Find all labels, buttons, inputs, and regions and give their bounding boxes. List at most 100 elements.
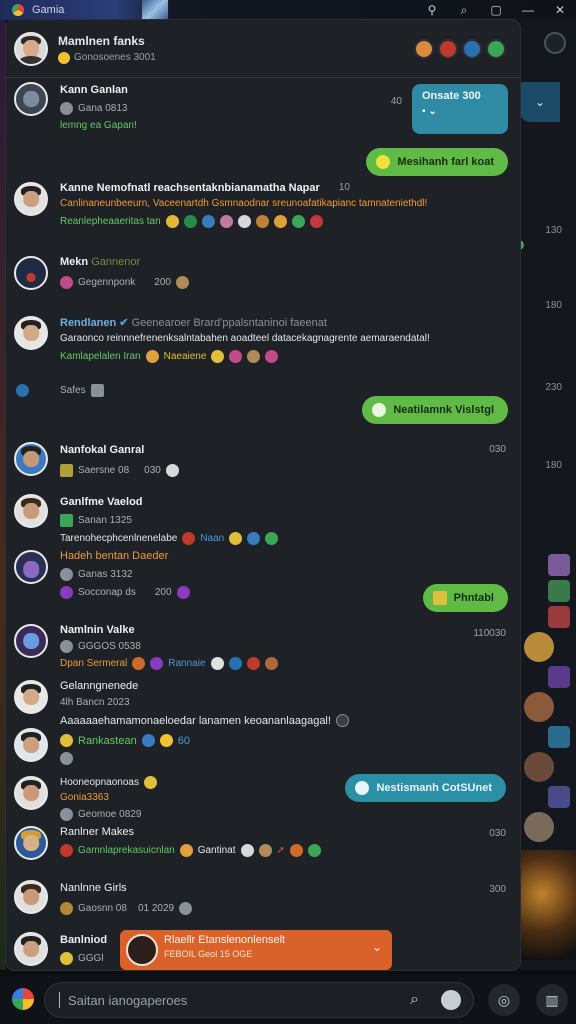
avatar: [126, 934, 158, 966]
avatar[interactable]: [14, 82, 48, 116]
message-time: 300: [489, 884, 506, 895]
message-meta: Gaosnn 08 01 2029: [60, 902, 193, 915]
participant-avatar[interactable]: [438, 38, 458, 59]
avatar[interactable]: [14, 776, 48, 810]
sender-name: Safes: [60, 384, 104, 397]
avatar[interactable]: [14, 256, 48, 290]
avatar[interactable]: [14, 550, 48, 584]
search-icon[interactable]: ⚲: [416, 0, 448, 20]
side-time: 230: [545, 382, 562, 393]
sender-name: Ranlner Makes: [60, 826, 134, 838]
restore-icon[interactable]: ▢: [480, 0, 512, 20]
avatar[interactable]: [14, 316, 48, 350]
notification-subtitle: FEBOIL Geol 15 OGE: [164, 949, 253, 959]
message-meta: Gonia3363: [60, 792, 109, 803]
game-artwork[interactable]: [520, 850, 576, 960]
avatar[interactable]: [14, 494, 48, 528]
message-input[interactable]: [68, 992, 388, 1008]
notification-pill[interactable]: Rlaellr Etanslenonlenselt FEBOIL Geol 15…: [120, 930, 392, 970]
side-time: 180: [545, 300, 562, 311]
app-logo-icon[interactable]: [12, 988, 34, 1010]
avatar[interactable]: [14, 624, 48, 658]
text-caret: [59, 992, 60, 1008]
message-meta: 4lh Bancn 2023: [60, 697, 130, 708]
side-time: 130: [545, 225, 562, 236]
chevron-down-icon[interactable]: ⌄: [372, 940, 382, 954]
sender-name: Gelanngnenede: [60, 680, 139, 692]
message-text: Tarenohecphcenlnenelabe Naan: [60, 532, 279, 545]
sender-name: Hooneopnaonoas: [60, 776, 157, 789]
zoom-icon[interactable]: ⌕: [448, 0, 480, 20]
sender-name: Mekn Gannenor: [60, 256, 141, 268]
message-meta: Ganas 3132: [60, 568, 133, 581]
thumbnail[interactable]: [524, 812, 554, 842]
message-meta: Geomoe 0829: [60, 808, 141, 821]
emoji-icon[interactable]: [441, 990, 461, 1010]
avatar[interactable]: [14, 31, 48, 66]
sender-name: Hadeh bentan Daeder: [60, 550, 169, 562]
thumbnail[interactable]: [548, 726, 570, 748]
thumbnail[interactable]: [548, 786, 570, 808]
outgoing-bubble[interactable]: Mesihanh farl koat: [366, 148, 508, 176]
participant-avatar[interactable]: [486, 38, 506, 59]
message-text: Kamlapelalen Iran Naeaiene: [60, 350, 279, 363]
app-icon: [12, 4, 24, 16]
participant-avatar[interactable]: [462, 38, 482, 59]
clock-icon: [60, 102, 73, 115]
thumbnail[interactable]: [524, 632, 554, 662]
camera-icon[interactable]: ◎: [488, 984, 520, 1016]
avatar[interactable]: [14, 442, 48, 476]
thumbnail[interactable]: [548, 580, 570, 602]
message-text: Dpan Sermeral Rannaie: [60, 657, 278, 670]
chat-header: Mamlnen fanks Gonosoenes 3001: [6, 20, 520, 78]
avatar[interactable]: [14, 880, 48, 914]
close-icon[interactable]: ✕: [544, 0, 576, 20]
message-meta: Saersne 08 030: [60, 464, 179, 477]
status-card[interactable]: Onsate 300 ▪ ⌄: [412, 84, 508, 134]
avatar[interactable]: [14, 932, 48, 966]
badge-icon: [432, 591, 447, 605]
settings-icon[interactable]: [544, 32, 566, 54]
stats-icon[interactable]: ▥: [536, 984, 568, 1016]
participant-avatar[interactable]: [414, 38, 434, 59]
message-meta: Sanan 1325: [60, 514, 132, 527]
status-card-title: Onsate 300: [422, 90, 481, 102]
thumbnail[interactable]: [548, 554, 570, 576]
chevron-down-icon[interactable]: ⌄: [520, 82, 560, 122]
chat-panel: Mamlnen fanks Gonosoenes 3001 Onsate 300…: [6, 20, 520, 970]
avatar[interactable]: [14, 826, 48, 860]
avatar[interactable]: [14, 728, 48, 762]
check-icon: [372, 403, 387, 417]
tab-thumbnail[interactable]: [142, 0, 169, 20]
outgoing-bubble[interactable]: Phntabl: [422, 584, 508, 612]
avatar[interactable]: [14, 680, 48, 714]
minimize-icon[interactable]: —: [512, 0, 544, 20]
sender-name: Nanfokal Ganral: [60, 444, 145, 456]
message-meta: Socconap ds 200: [60, 586, 190, 599]
sender-name: Kann Ganlan: [60, 84, 128, 96]
message-text: Canlinaneunbeeurn, Vaceenartdh Gsmnaodna…: [60, 198, 428, 209]
sender-name: Nanlnne Girls: [60, 882, 127, 894]
message-time: 030: [489, 444, 506, 455]
thumbnail[interactable]: [524, 692, 554, 722]
avatar[interactable]: [14, 182, 48, 216]
chat-title: Mamlnen fanks: [58, 33, 145, 48]
message-time: 40: [390, 96, 402, 107]
message-meta: GGGOS 0538: [60, 640, 141, 653]
background-chat-list: ⌄ 130 180 230 180: [514, 20, 576, 970]
message-text: Aaaaaaehamamonaeloedar lanamen keoananla…: [60, 714, 349, 727]
outgoing-bubble[interactable]: Nestismanh CotSUnet: [345, 774, 506, 802]
thumbnail[interactable]: [524, 752, 554, 782]
check-icon: [355, 781, 370, 795]
message-meta: Gana 0813: [60, 102, 128, 115]
thumbnail[interactable]: [548, 606, 570, 628]
message-meta: GGGl: [60, 952, 104, 965]
outgoing-bubble[interactable]: Neatilamnk Vislstgl: [362, 396, 508, 424]
message-text: lemng ea Gapan!: [60, 120, 137, 131]
sender-name: Namlnin Valke: [60, 624, 135, 636]
message-time: 030: [489, 828, 506, 839]
thumbnail[interactable]: [548, 666, 570, 688]
search-icon[interactable]: ⌕: [410, 991, 419, 1009]
info-icon: [16, 384, 29, 397]
message-text: Gamnlaprekasuicnlan Gantinat ➚: [60, 844, 321, 857]
